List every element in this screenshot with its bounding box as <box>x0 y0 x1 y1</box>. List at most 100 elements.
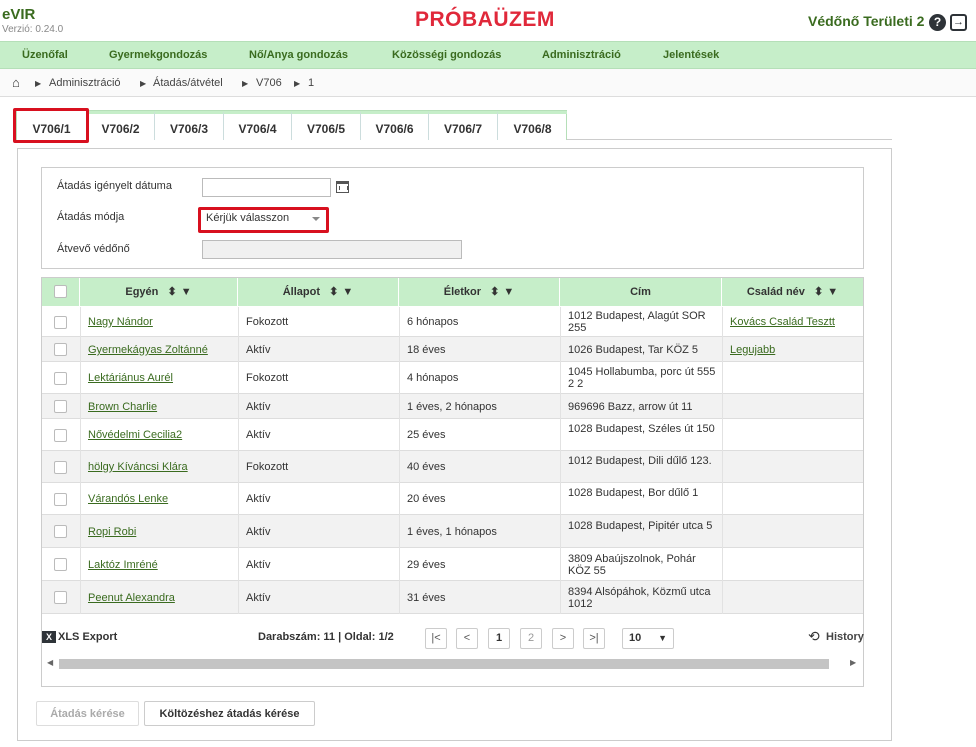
menu-item-uzenofal[interactable]: Üzenőfal <box>22 49 68 61</box>
table-row[interactable]: Nagy Nándor Fokozott 6 hónapos 1012 Budapes… <box>42 307 863 337</box>
row-checkbox[interactable] <box>54 591 67 604</box>
calendar-icon[interactable] <box>336 181 349 193</box>
filter-icon[interactable]: ▼ <box>342 286 353 298</box>
header-allapot[interactable]: Állapot ⬍ ▼ <box>238 278 399 306</box>
row-checkbox[interactable] <box>54 525 67 538</box>
person-name-link[interactable]: Ropi Robi <box>88 526 232 538</box>
table-row[interactable]: hölgy Kíváncsi Klára Fokozott 40 éves 1012 … <box>42 451 863 483</box>
page-1-button[interactable]: 1 <box>488 628 510 649</box>
table-row[interactable]: Peenut Alexandra Aktív 31 éves 8394 Alsópáh… <box>42 581 863 614</box>
tab-v706-8[interactable]: V706/8 <box>498 111 567 140</box>
status-cell: Aktív <box>246 429 271 441</box>
person-name-link[interactable]: Peenut Alexandra <box>88 592 232 604</box>
header-egyen[interactable]: Egyén ⬍ ▼ <box>80 278 238 306</box>
prev-page-icon[interactable]: < <box>456 628 478 649</box>
sort-icon[interactable]: ⬍ <box>167 286 176 298</box>
filter-icon[interactable]: ▼ <box>181 286 192 298</box>
row-checkbox[interactable] <box>54 461 67 474</box>
xls-export-link[interactable]: XLS Export <box>58 631 117 643</box>
scroll-right-icon[interactable]: ▶ <box>850 658 856 667</box>
menu-item-gyermekgondozas[interactable]: Gyermekgondozás <box>109 49 207 61</box>
user-name[interactable]: Védőnő Területi 2 <box>808 13 924 29</box>
table-row[interactable]: Brown Charlie Aktív 1 éves, 2 hónapos 96969… <box>42 394 863 419</box>
last-page-icon[interactable]: >| <box>583 628 605 649</box>
breadcrumb-item[interactable]: Átadás/átvétel <box>153 77 223 89</box>
person-name-link[interactable]: hölgy Kíváncsi Klára <box>88 461 232 473</box>
tab-v706-2[interactable]: V706/2 <box>87 111 155 140</box>
history-link[interactable]: History <box>826 631 864 643</box>
page-2-button[interactable]: 2 <box>520 628 542 649</box>
first-page-icon[interactable]: |< <box>425 628 447 649</box>
column-divider <box>560 483 561 515</box>
scrollbar-thumb[interactable] <box>59 659 829 669</box>
menu-item-adminisztracio[interactable]: Adminisztráció <box>542 49 621 61</box>
address-cell: 969696 Bazz, arrow út 11 <box>568 401 693 413</box>
help-icon[interactable]: ? <box>929 14 946 31</box>
sort-icon[interactable]: ⬍ <box>814 286 823 298</box>
menu-item-no-anya-gondozas[interactable]: Nő/Anya gondozás <box>249 49 348 61</box>
address-cell: 1026 Budapest, Tar KÖZ 5 <box>568 344 699 356</box>
menu-item-kozossegi-gondozas[interactable]: Közösségi gondozás <box>392 49 501 61</box>
header-eletkor[interactable]: Életkor ⬍ ▼ <box>399 278 560 306</box>
column-divider <box>80 515 81 548</box>
scroll-left-icon[interactable]: ◀ <box>47 658 53 667</box>
home-icon[interactable]: ⌂ <box>12 75 20 90</box>
person-name-link[interactable]: Lektáriánus Aurél <box>88 372 232 384</box>
next-page-icon[interactable]: > <box>552 628 574 649</box>
table-row[interactable]: Gyermekágyas Zoltánné Aktív 18 éves 1026 Bu… <box>42 337 863 362</box>
row-checkbox[interactable] <box>54 343 67 356</box>
person-name-link[interactable]: Gyermekágyas Zoltánné <box>88 344 232 356</box>
row-checkbox[interactable] <box>54 400 67 413</box>
date-input[interactable] <box>202 178 331 197</box>
sort-icon[interactable]: ⬍ <box>329 286 338 298</box>
family-name-link[interactable]: Kovács Család Tesztt <box>730 316 857 328</box>
age-cell: 29 éves <box>407 559 446 571</box>
person-name-link[interactable]: Várandós Lenke <box>88 493 232 505</box>
history-icon[interactable]: ⟲ <box>808 628 820 645</box>
table-row[interactable]: Ropi Robi Aktív 1 éves, 1 hónapos 1028 Buda… <box>42 515 863 548</box>
row-checkbox[interactable] <box>54 558 67 571</box>
move-transfer-request-button[interactable]: Költözéshez átadás kérése <box>144 701 315 726</box>
header-csalad-nev[interactable]: Család név ⬍ ▼ <box>722 278 863 306</box>
select-all-checkbox[interactable] <box>54 285 67 298</box>
page-size-value: 10 <box>629 632 642 644</box>
table-row[interactable]: Várandós Lenke Aktív 20 éves 1028 Budapest,… <box>42 483 863 515</box>
excel-icon[interactable]: X <box>42 631 56 643</box>
tab-v706-6[interactable]: V706/6 <box>361 111 429 140</box>
breadcrumb-item[interactable]: V706 <box>256 77 282 89</box>
breadcrumb-item[interactable]: Adminisztráció <box>49 77 121 89</box>
tab-v706-3[interactable]: V706/3 <box>155 111 224 140</box>
family-name-link[interactable]: Legujabb <box>730 344 857 356</box>
row-checkbox[interactable] <box>54 493 67 506</box>
table-row[interactable]: Nővédelmi Cecilia2 Aktív 25 éves 1028 Budap… <box>42 419 863 451</box>
sort-icon[interactable]: ⬍ <box>490 286 499 298</box>
column-divider <box>238 307 239 337</box>
table-row[interactable]: Lektáriánus Aurél Fokozott 4 hónapos 1045 H… <box>42 362 863 394</box>
tab-v706-7[interactable]: V706/7 <box>429 111 498 140</box>
row-checkbox[interactable] <box>54 316 67 329</box>
column-divider <box>560 419 561 451</box>
filter-icon[interactable]: ▼ <box>503 286 514 298</box>
table-row[interactable]: Laktóz Imréné Aktív 29 éves 3809 Abaújszoln… <box>42 548 863 581</box>
person-name-link[interactable]: Nővédelmi Cecilia2 <box>88 429 232 441</box>
person-name-link[interactable]: Brown Charlie <box>88 401 232 413</box>
page-size-select[interactable]: 10 ▼ <box>622 628 674 649</box>
column-divider <box>722 337 723 362</box>
column-divider <box>238 581 239 614</box>
column-divider <box>399 337 400 362</box>
row-checkbox[interactable] <box>54 372 67 385</box>
tab-v706-5[interactable]: V706/5 <box>292 111 361 140</box>
logout-icon[interactable]: → <box>950 14 967 31</box>
top-bar: eVIR Verzió: 0.24.0 PRÓBAÜZEM Védőnő Ter… <box>0 0 976 40</box>
column-divider <box>560 362 561 394</box>
transfer-request-button[interactable]: Átadás kérése <box>36 701 139 726</box>
tab-v706-4[interactable]: V706/4 <box>224 111 292 140</box>
row-checkbox[interactable] <box>54 429 67 442</box>
column-divider <box>722 394 723 419</box>
person-name-link[interactable]: Nagy Nándor <box>88 316 232 328</box>
menu-item-jelentesek[interactable]: Jelentések <box>663 49 719 61</box>
column-divider <box>722 548 723 581</box>
filter-icon[interactable]: ▼ <box>827 286 838 298</box>
horizontal-scrollbar[interactable]: ◀ ▶ <box>42 656 864 672</box>
person-name-link[interactable]: Laktóz Imréné <box>88 559 232 571</box>
